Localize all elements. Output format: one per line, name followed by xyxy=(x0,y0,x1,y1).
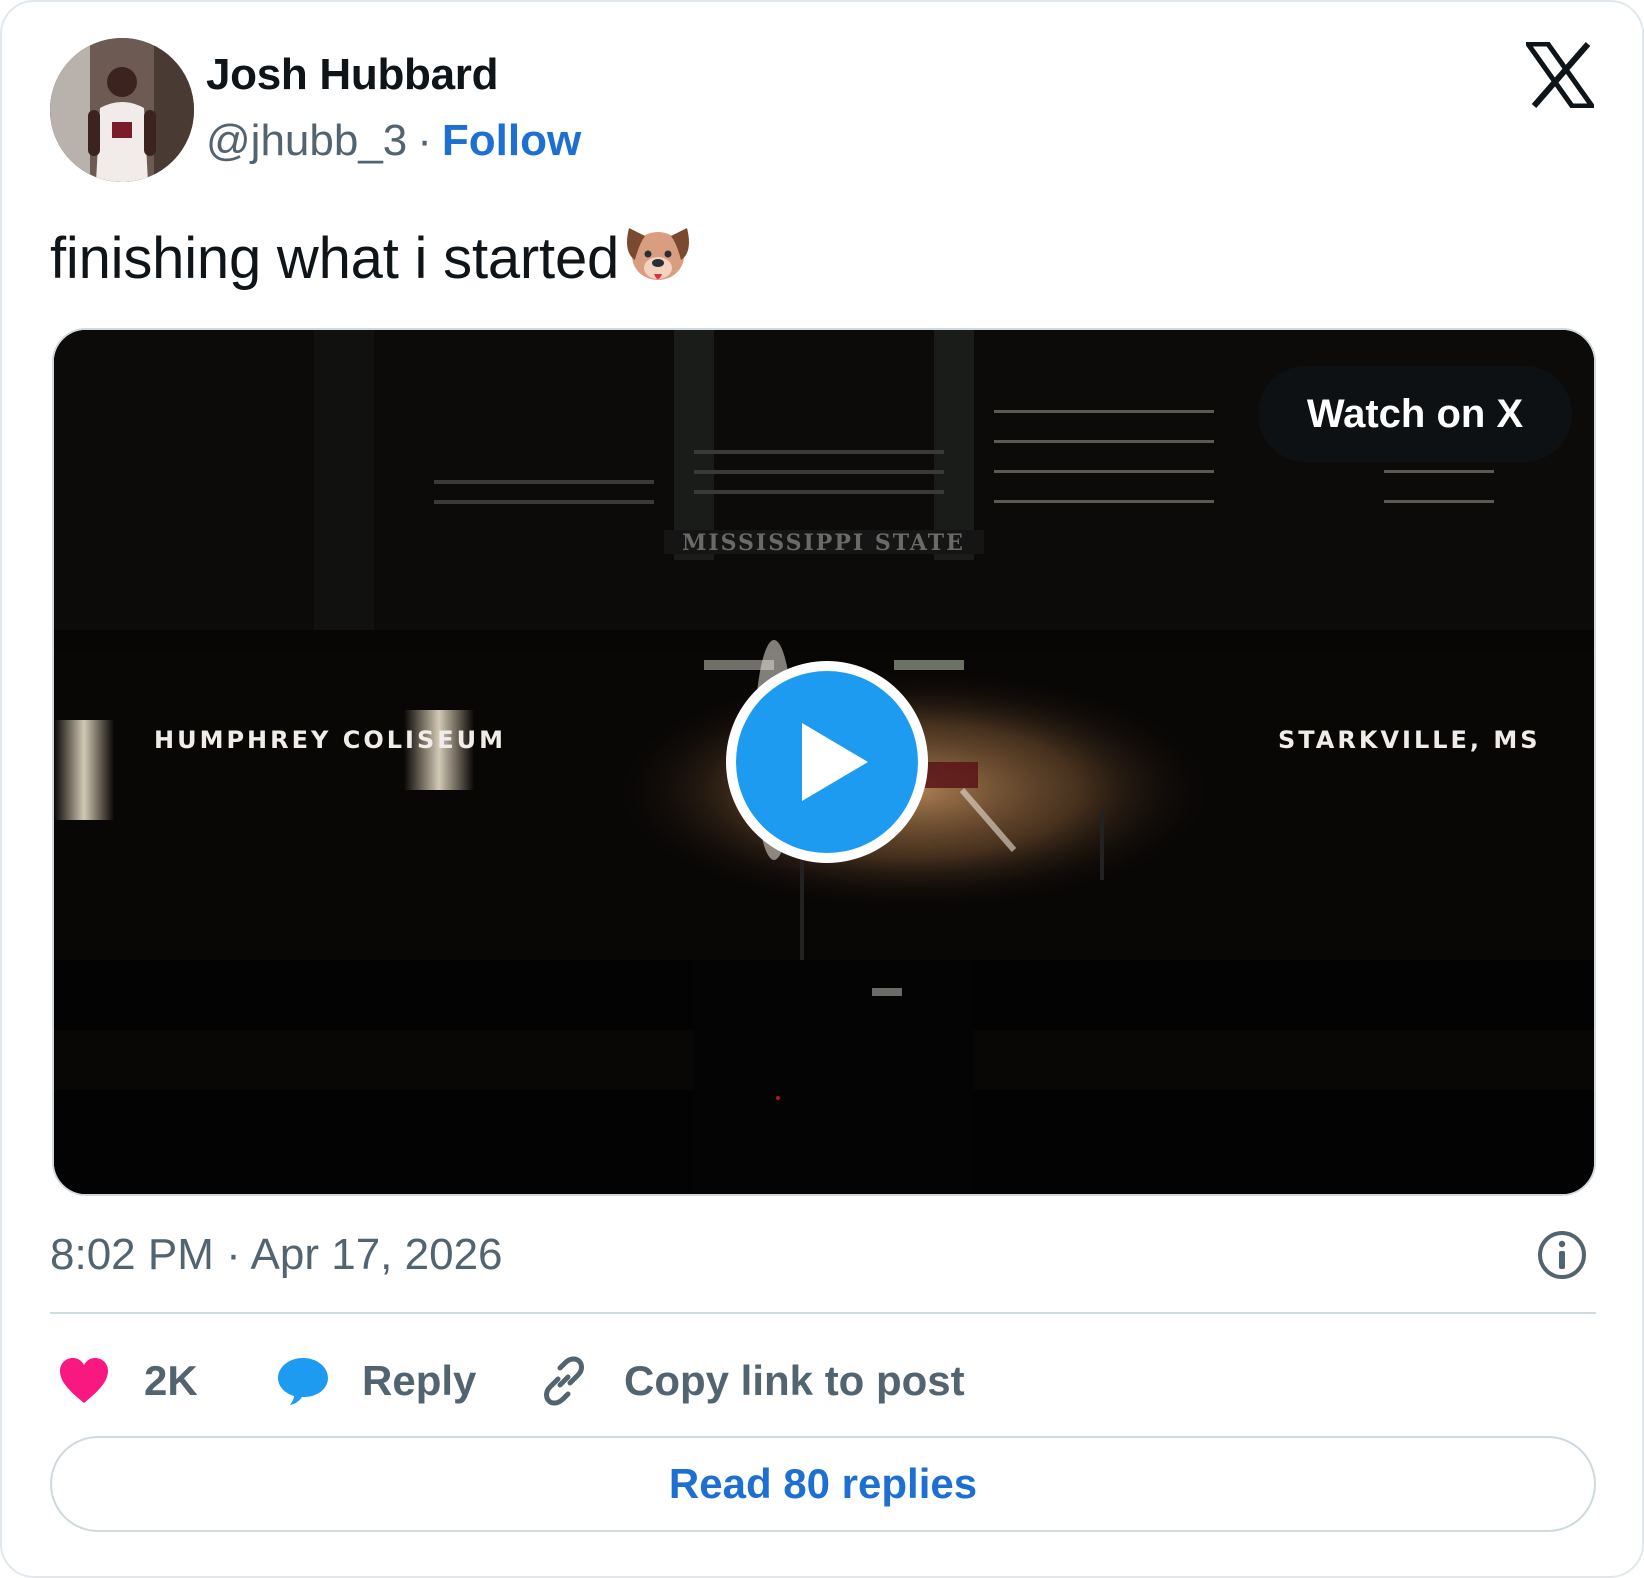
author-name[interactable]: Josh Hubbard xyxy=(206,50,499,100)
info-icon[interactable] xyxy=(1536,1229,1588,1281)
x-logo-icon[interactable] xyxy=(1526,42,1594,108)
play-button[interactable] xyxy=(726,661,928,863)
tweet-card: Josh Hubbard @jhubb_3 · Follow finishing w… xyxy=(0,0,1644,1578)
like-count: 2K xyxy=(144,1357,198,1404)
reply-label: Reply xyxy=(362,1357,477,1404)
timestamp[interactable]: 8:02 PM · Apr 17, 2026 xyxy=(50,1230,503,1280)
copy-link-button[interactable]: Copy link to post xyxy=(538,1346,965,1416)
reply-button[interactable]: Reply xyxy=(276,1346,476,1416)
play-icon xyxy=(802,723,868,801)
dog-face-icon xyxy=(623,222,693,302)
author-handle[interactable]: @jhubb_3 xyxy=(206,116,407,165)
tweet-body: finishing what i started xyxy=(50,226,620,291)
speech-bubble-icon xyxy=(278,1358,328,1405)
tweet-text: finishing what i started xyxy=(50,222,693,302)
read-replies-button[interactable]: Read 80 replies xyxy=(50,1436,1596,1532)
banner-text: MISSISSIPPI STATE xyxy=(682,530,965,556)
like-button[interactable]: 2K xyxy=(58,1346,198,1416)
location-venue: HUMPHREY COLISEUM xyxy=(154,726,507,754)
watch-on-x-button[interactable]: Watch on X xyxy=(1258,366,1572,462)
copy-link-label: Copy link to post xyxy=(624,1357,965,1404)
avatar[interactable] xyxy=(50,38,194,182)
link-icon xyxy=(544,1356,584,1406)
play-button-fill xyxy=(736,671,918,853)
divider xyxy=(50,1312,1596,1314)
video-player[interactable]: MISSISSIPPI STATE HUMPHREY COLISEUM STAR… xyxy=(52,328,1596,1196)
separator-dot: · xyxy=(417,116,432,165)
location-city: STARKVILLE, MS xyxy=(1278,726,1541,754)
avatar-image xyxy=(50,38,194,182)
heart-icon xyxy=(60,1358,108,1403)
author-handle-row: @jhubb_3 · Follow xyxy=(206,116,581,166)
follow-button[interactable]: Follow xyxy=(442,116,581,165)
